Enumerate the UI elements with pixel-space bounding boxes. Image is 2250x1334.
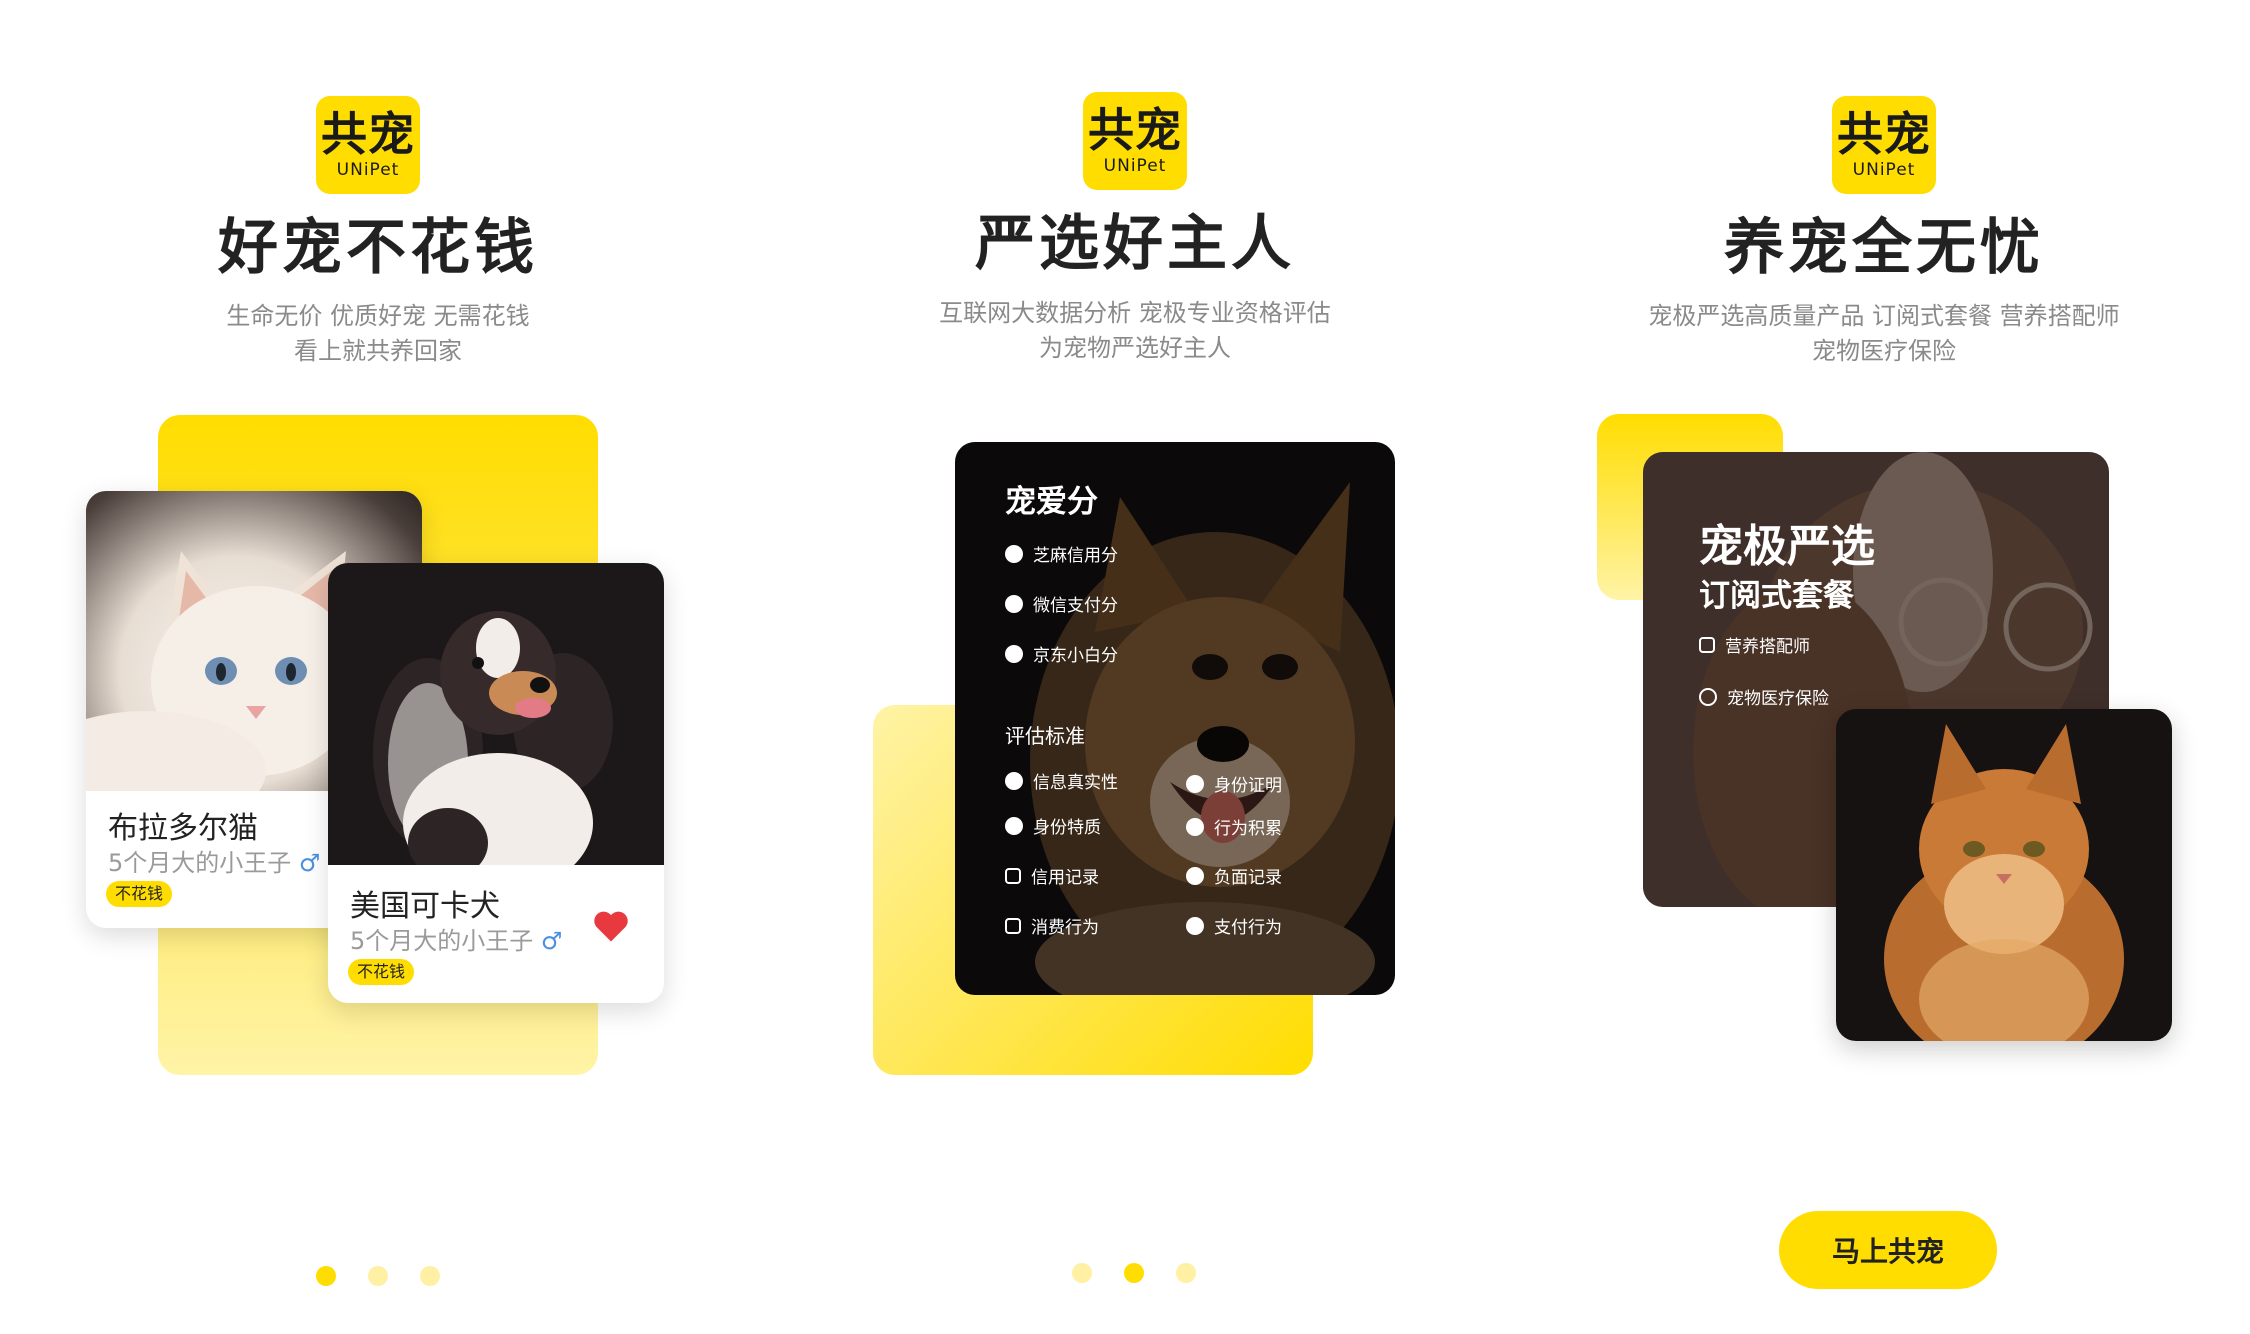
criteria-left-3: 信用记录 — [1005, 867, 1099, 889]
criteria-left-4: 消费行为 — [1005, 917, 1099, 939]
criteria-label: 消费行为 — [1031, 918, 1099, 938]
score-item-wechat: 微信支付分 — [1005, 595, 1118, 617]
dog-badge: 不花钱 — [348, 959, 415, 985]
maine-coon-card — [1836, 709, 2172, 1041]
criteria-right-1: 身份证明 — [1186, 775, 1282, 797]
criteria-label: 负面记录 — [1214, 868, 1282, 888]
subscription-item-1: 营养搭配师 — [1699, 636, 1810, 658]
pager-dot-1[interactable] — [1072, 1263, 1092, 1283]
criteria-right-4: 支付行为 — [1186, 917, 1282, 939]
criteria-label: 行为积累 — [1214, 819, 1282, 839]
screen2-subtitle-2: 为宠物严选好主人 — [1039, 334, 1231, 362]
score-card: 宠爱分 芝麻信用分 微信支付分 京东小白分 评估标准 信息真实性 身份特质 信用… — [955, 442, 1395, 995]
app-logo: 共宠 UNiPet — [1083, 92, 1187, 190]
pager-dot-2[interactable] — [368, 1266, 388, 1286]
logo-subtext: UNiPet — [336, 160, 400, 180]
criteria-label: 身份证明 — [1214, 776, 1282, 796]
receipt-icon — [1005, 918, 1021, 934]
pager-dot-3[interactable] — [1176, 1263, 1196, 1283]
dog-description: 5个月大的小王子 ♂ — [350, 921, 562, 956]
logo-subtext: UNiPet — [1852, 160, 1916, 180]
pager-dot-1-active[interactable] — [316, 1266, 336, 1286]
app-logo: 共宠 UNiPet — [316, 96, 420, 194]
dog-card[interactable]: 美国可卡犬 5个月大的小王子 ♂ 不花钱 — [328, 563, 664, 1003]
shield-plus-icon — [1699, 688, 1717, 706]
score-item-label: 芝麻信用分 — [1033, 546, 1118, 566]
criteria-label: 信息真实性 — [1033, 773, 1118, 793]
subscription-item-2: 宠物医疗保险 — [1699, 688, 1829, 710]
screen1-subtitle-1: 生命无价 优质好宠 无需花钱 — [226, 302, 530, 330]
male-icon: ♂ — [298, 849, 321, 877]
dog-photo — [328, 563, 664, 865]
cat-name: 布拉多尔猫 — [108, 811, 258, 846]
screen1-title: 好宠不花钱 — [218, 213, 538, 283]
wechat-pay-icon — [1005, 595, 1023, 613]
payment-icon — [1186, 917, 1204, 935]
negative-record-icon — [1186, 867, 1204, 885]
criteria-left-1: 信息真实性 — [1005, 772, 1118, 794]
cat-age: 5个月大的小王子 — [108, 849, 292, 877]
subscription-subtitle: 订阅式套餐 — [1699, 578, 1854, 614]
pager-dot-3[interactable] — [420, 1266, 440, 1286]
start-sharing-button[interactable]: 马上共宠 — [1779, 1211, 1997, 1289]
criteria-title: 评估标准 — [1005, 724, 1085, 748]
criteria-right-3: 负面记录 — [1186, 867, 1282, 889]
logo-text: 共宠 — [1088, 103, 1182, 157]
dog-illustration — [373, 611, 613, 865]
subscription-item-label: 宠物医疗保险 — [1727, 689, 1829, 709]
document-icon — [1005, 868, 1021, 884]
screen3-subtitle-2: 宠物医疗保险 — [1812, 337, 1956, 365]
heart-icon[interactable] — [592, 909, 630, 943]
screen3-title: 养宠全无忧 — [1724, 213, 2044, 283]
score-item-zhima: 芝麻信用分 — [1005, 545, 1118, 567]
screen2-title: 严选好主人 — [975, 209, 1295, 279]
cat-description: 5个月大的小王子 ♂ — [108, 843, 320, 878]
cat-badge: 不花钱 — [106, 881, 173, 907]
pager-dot-2-active[interactable] — [1124, 1263, 1144, 1283]
dog-name: 美国可卡犬 — [350, 889, 500, 924]
logo-text: 共宠 — [1837, 107, 1931, 161]
male-icon: ♂ — [540, 927, 563, 955]
maine-coon-illustration — [1884, 724, 2124, 1041]
score-title: 宠爱分 — [1005, 484, 1098, 520]
logo-text: 共宠 — [321, 107, 415, 161]
person-icon — [1005, 817, 1023, 835]
criteria-label: 身份特质 — [1033, 818, 1101, 838]
criteria-right-2: 行为积累 — [1186, 818, 1282, 840]
app-logo: 共宠 UNiPet — [1832, 96, 1936, 194]
screen2-subtitle-1: 互联网大数据分析 宠极专业资格评估 — [939, 299, 1331, 327]
score-item-jd: 京东小白分 — [1005, 645, 1118, 667]
shiba-illustration — [955, 442, 1395, 995]
score-item-label: 微信支付分 — [1033, 596, 1118, 616]
criteria-label: 信用记录 — [1031, 868, 1099, 888]
id-icon — [1186, 775, 1204, 793]
dog-age: 5个月大的小王子 — [350, 927, 534, 955]
nutrition-icon — [1699, 637, 1715, 653]
subscription-item-label: 营养搭配师 — [1725, 637, 1810, 657]
score-item-label: 京东小白分 — [1033, 646, 1118, 666]
subscription-title: 宠极严选 — [1699, 521, 1875, 572]
screen1-subtitle-2: 看上就共养回家 — [294, 337, 462, 365]
info-icon — [1005, 772, 1023, 790]
sesame-icon — [1005, 545, 1023, 563]
screen3-subtitle-1: 宠极严选高质量产品 订阅式套餐 营养搭配师 — [1648, 302, 2120, 330]
criteria-left-2: 身份特质 — [1005, 817, 1101, 839]
jd-icon — [1005, 645, 1023, 663]
behavior-icon — [1186, 818, 1204, 836]
logo-subtext: UNiPet — [1103, 156, 1167, 176]
criteria-label: 支付行为 — [1214, 918, 1282, 938]
